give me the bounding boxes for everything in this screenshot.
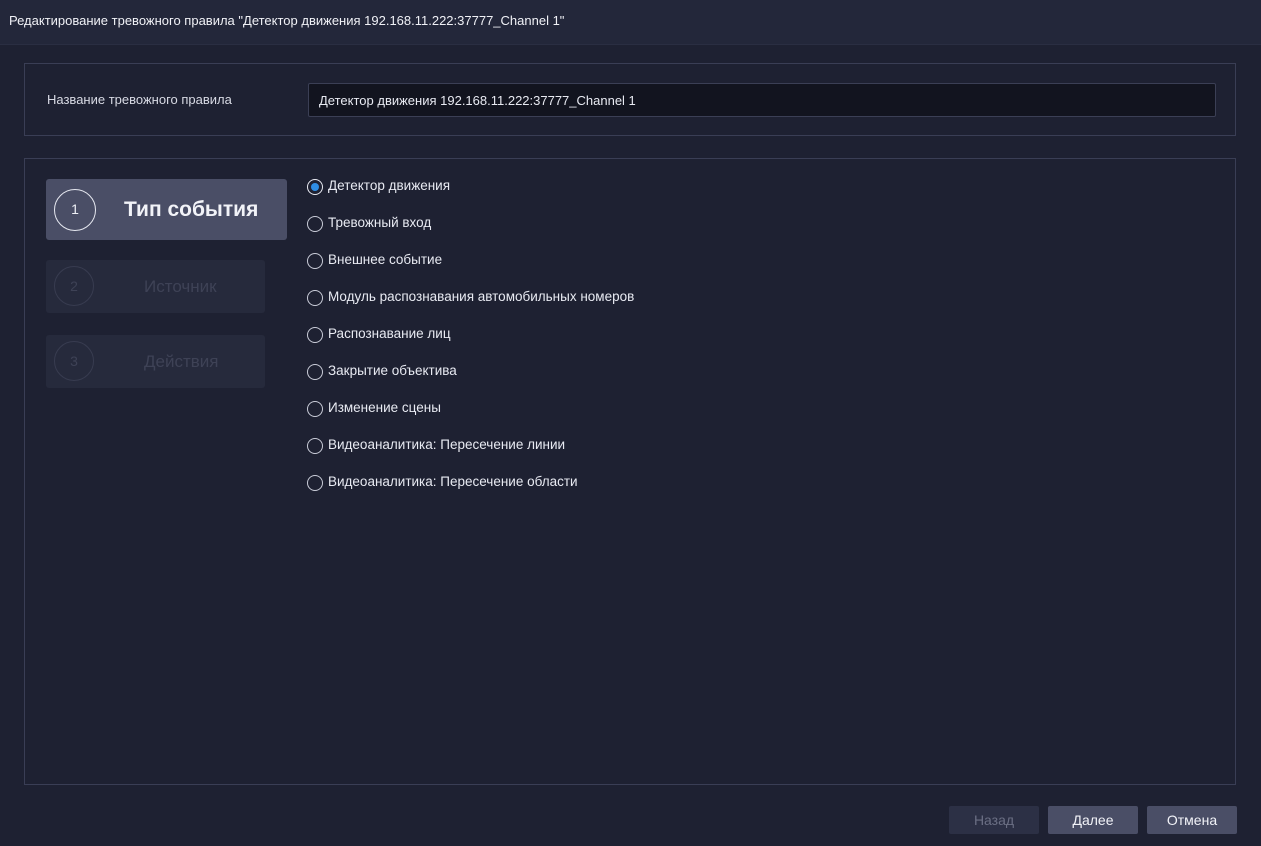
radio-label: Детектор движения <box>328 178 451 193</box>
step-number-circle: 2 <box>54 266 94 306</box>
radio-button[interactable] <box>307 327 323 343</box>
step-source[interactable]: 2 Источник <box>46 260 265 313</box>
window-title: Редактирование тревожного правила "Детек… <box>9 13 565 28</box>
alarm-rule-editor-window: Редактирование тревожного правила "Детек… <box>0 0 1261 846</box>
step-number-circle: 1 <box>54 189 96 231</box>
radio-button[interactable] <box>307 253 323 269</box>
event-type-option-face-recognition[interactable]: Распознавание лиц <box>307 326 634 363</box>
rule-name-label: Название тревожного правила <box>47 92 232 107</box>
event-type-radio-group: Детектор движения Тревожный вход Внешнее… <box>307 178 634 511</box>
radio-label: Закрытие объектива <box>328 363 457 378</box>
event-type-option-area-intrusion[interactable]: Видеоаналитика: Пересечение области <box>307 474 634 511</box>
step-event-type[interactable]: 1 Тип события <box>46 179 287 240</box>
radio-label: Внешнее событие <box>328 252 443 267</box>
event-type-option-external-event[interactable]: Внешнее событие <box>307 252 634 289</box>
event-type-option-lpr[interactable]: Модуль распознавания автомобильных номер… <box>307 289 634 326</box>
radio-button-checked[interactable] <box>307 179 323 195</box>
wizard-panel: 1 Тип события 2 Источник 3 Действия Дете… <box>24 158 1236 785</box>
event-type-option-motion-detector[interactable]: Детектор движения <box>307 178 634 215</box>
step-number-circle: 3 <box>54 341 94 381</box>
radio-button[interactable] <box>307 364 323 380</box>
event-type-option-lens-obstruction[interactable]: Закрытие объектива <box>307 363 634 400</box>
title-bar: Редактирование тревожного правила "Детек… <box>0 0 1261 45</box>
cancel-button[interactable]: Отмена <box>1147 806 1237 834</box>
radio-label: Видеоаналитика: Пересечение линии <box>328 437 566 452</box>
radio-label: Видеоаналитика: Пересечение области <box>328 474 578 489</box>
step-label: Действия <box>144 352 219 371</box>
radio-button[interactable] <box>307 216 323 232</box>
rule-name-input[interactable] <box>308 83 1216 117</box>
next-button[interactable]: Далее <box>1048 806 1138 834</box>
event-type-option-alarm-input[interactable]: Тревожный вход <box>307 215 634 252</box>
rule-name-panel: Название тревожного правила <box>24 63 1236 136</box>
event-type-option-scene-change[interactable]: Изменение сцены <box>307 400 634 437</box>
radio-label: Тревожный вход <box>328 215 432 230</box>
radio-label: Распознавание лиц <box>328 326 451 341</box>
radio-button[interactable] <box>307 401 323 417</box>
back-button[interactable]: Назад <box>949 806 1039 834</box>
event-type-option-line-crossing[interactable]: Видеоаналитика: Пересечение линии <box>307 437 634 474</box>
radio-label: Изменение сцены <box>328 400 441 415</box>
radio-button[interactable] <box>307 290 323 306</box>
step-label: Источник <box>144 277 217 296</box>
step-label: Тип события <box>124 198 259 221</box>
radio-button[interactable] <box>307 475 323 491</box>
radio-button[interactable] <box>307 438 323 454</box>
radio-label: Модуль распознавания автомобильных номер… <box>328 289 635 304</box>
step-actions[interactable]: 3 Действия <box>46 335 265 388</box>
